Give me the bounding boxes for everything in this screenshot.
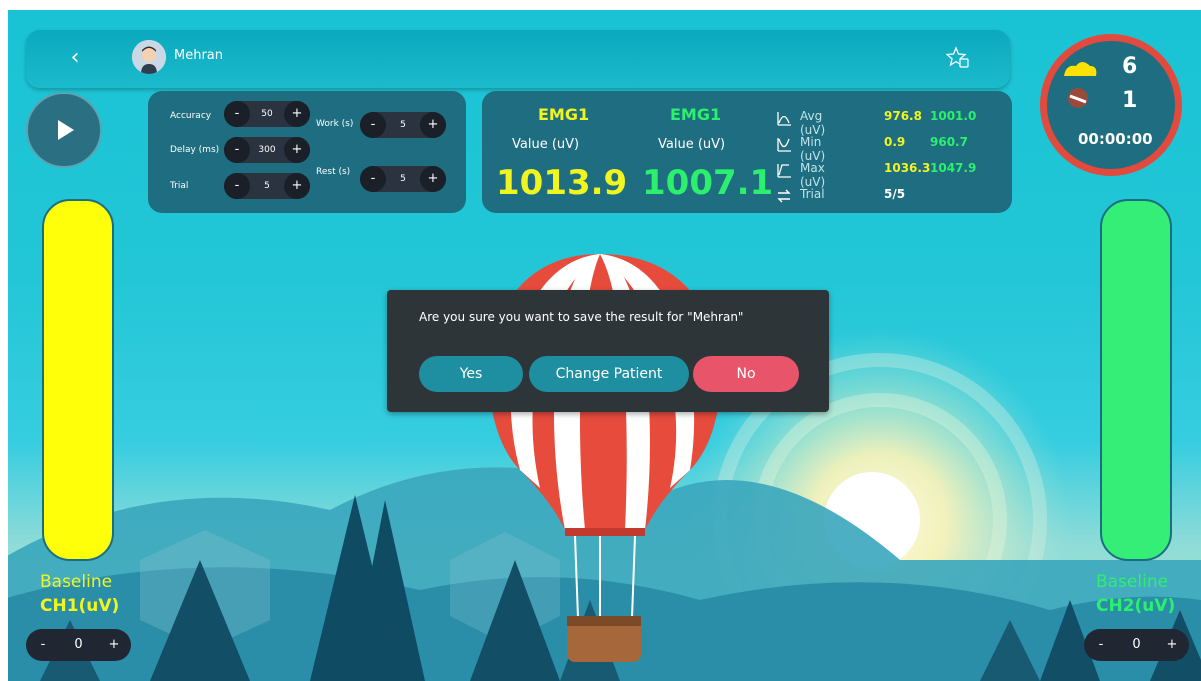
delay-label: Delay (ms) [170,145,220,155]
max-ch1-value: 1036.3 [884,161,931,175]
ch1-baseline-label: Baseline [40,572,113,592]
ch1-unit-label: CH1(uV) [40,596,120,616]
delay-stepper: - 300 + [224,137,310,163]
rest-stepper: - 5 + [360,166,446,192]
back-button[interactable]: ‹ [64,44,86,72]
work-increase-button[interactable]: + [420,112,446,138]
ch1-baseline-increase-button[interactable]: + [101,632,127,658]
emg-panel: EMG1 Value (uV) 1013.9 EMG1 Value (uV) 1… [482,91,1012,213]
user-avatar [132,40,166,74]
user-name: Mehran [174,48,224,63]
max-label: Max (uV) [800,161,826,189]
ch2-baseline-decrease-button[interactable]: - [1088,632,1114,658]
ch2-baseline-stepper: - 0 + [1084,629,1189,661]
work-stepper: - 5 + [360,112,446,138]
trial-label: Trial [170,181,189,191]
ch1-level-bar [42,199,114,561]
top-bar: ‹ Mehran [26,30,1010,88]
ch1-baseline-decrease-button[interactable]: - [30,632,56,658]
rest-decrease-button[interactable]: - [360,166,386,192]
delay-value: 300 [258,145,276,155]
delay-increase-button[interactable]: + [284,137,310,163]
trial-stepper: - 5 + [224,173,310,199]
game-stage: ‹ Mehran Accuracy - 50 + Delay (ms) - 30… [0,0,1201,681]
work-decrease-button[interactable]: - [360,112,386,138]
avg-curve-icon [777,112,791,126]
ch2-baseline-value: 0 [1132,637,1141,652]
score-top-value: 6 [1122,54,1138,79]
max-ch2-value: 1047.9 [930,161,977,175]
repeat-icon [777,189,791,203]
work-label: Work (s) [316,119,354,129]
avg-ch2-value: 1001.0 [930,109,977,123]
emg-ch2-value: 1007.1 [642,163,774,203]
accuracy-decrease-button[interactable]: - [224,101,250,127]
star-badge-icon[interactable] [945,46,970,70]
trial-value: 5 [264,181,270,191]
ch2-baseline-increase-button[interactable]: + [1159,632,1185,658]
rest-value: 5 [400,174,406,184]
avg-ch1-value: 976.8 [884,109,922,123]
ch1-baseline-stepper: - 0 + [26,629,131,661]
accuracy-stepper: - 50 + [224,101,310,127]
ch1-baseline-value: 0 [74,637,83,652]
delay-decrease-button[interactable]: - [224,137,250,163]
play-button[interactable] [26,92,102,168]
score-bottom-value: 1 [1122,88,1138,113]
trial-increase-button[interactable]: + [284,173,310,199]
work-value: 5 [400,120,406,130]
emg-ch1-subtitle: Value (uV) [512,137,580,152]
ch2-unit-label: CH2(uV) [1096,596,1176,616]
accuracy-value: 50 [261,109,273,119]
emg-ch2-subtitle: Value (uV) [658,137,726,152]
cloud-icon [1064,62,1097,76]
avg-label: Avg (uV) [800,109,826,137]
max-curve-icon [777,164,791,178]
ch2-level-bar [1100,199,1172,561]
play-icon [58,120,74,140]
emg-ch2-title: EMG1 [670,105,722,124]
trial-decrease-button[interactable]: - [224,173,250,199]
chevron-left-icon: ‹ [70,45,80,70]
trial-stat-value: 5/5 [884,187,906,201]
ch2-baseline-label: Baseline [1096,572,1169,592]
min-ch1-value: 0.9 [884,135,906,149]
avatar-icon [132,40,166,74]
save-confirm-dialog: Are you sure you want to save the result… [387,290,829,412]
rest-increase-button[interactable]: + [420,166,446,192]
settings-panel: Accuracy - 50 + Delay (ms) - 300 + Trial… [148,91,466,213]
accuracy-label: Accuracy [170,111,212,121]
accuracy-increase-button[interactable]: + [284,101,310,127]
rest-label: Rest (s) [316,167,351,177]
emg-ch1-title: EMG1 [538,105,590,124]
min-label: Min (uV) [800,135,826,163]
emg-ch1-value: 1013.9 [496,163,628,203]
balloon-basket-icon [1068,88,1088,108]
dialog-message: Are you sure you want to save the result… [419,310,744,324]
change-patient-button[interactable]: Change Patient [529,356,689,392]
min-curve-icon [777,138,791,152]
no-button[interactable]: No [693,356,799,392]
min-ch2-value: 960.7 [930,135,968,149]
yes-button[interactable]: Yes [419,356,523,392]
trial-stat-label: Trial [800,187,825,201]
timer: 00:00:00 [1078,130,1153,148]
